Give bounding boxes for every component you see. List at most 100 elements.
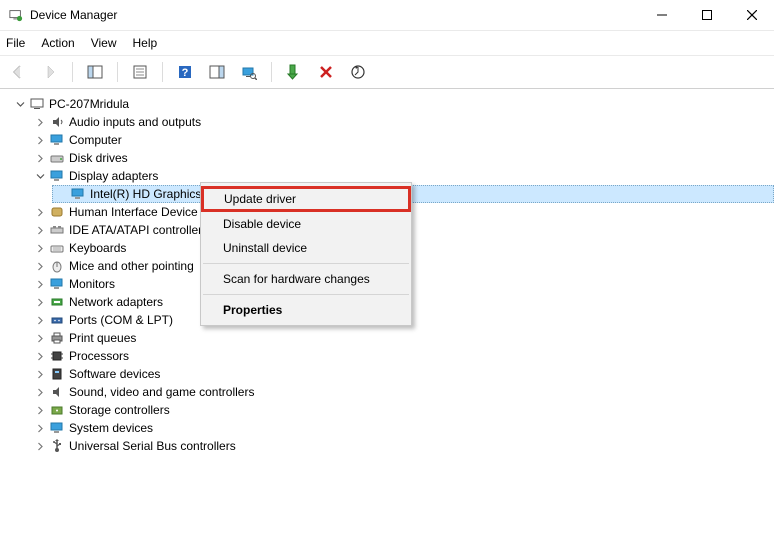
chevron-right-icon[interactable] — [34, 314, 46, 326]
chevron-right-icon[interactable] — [34, 224, 46, 236]
tree-item-label: Display adapters — [69, 169, 158, 183]
tree-item-print-queues[interactable]: Print queues — [32, 329, 774, 347]
usb-icon — [49, 438, 65, 454]
menu-separator — [203, 263, 409, 264]
tree-item-label: Intel(R) HD Graphics — [90, 187, 201, 201]
mouse-icon — [49, 258, 65, 274]
chevron-right-icon[interactable] — [34, 116, 46, 128]
app-icon — [8, 7, 24, 23]
hid-icon — [49, 204, 65, 220]
chevron-right-icon[interactable] — [34, 422, 46, 434]
uninstall-device-button[interactable] — [314, 60, 338, 84]
tree-item-disk[interactable]: Disk drives — [32, 149, 774, 167]
tree-item-label: Keyboards — [69, 241, 126, 255]
tree-item-label: Computer — [69, 133, 122, 147]
tree-item-audio[interactable]: Audio inputs and outputs — [32, 113, 774, 131]
software-icon — [49, 366, 65, 382]
context-item-disable-device[interactable]: Disable device — [201, 212, 411, 236]
tree-item-label: Ports (COM & LPT) — [69, 313, 173, 327]
tree-item-software-devices[interactable]: Software devices — [32, 365, 774, 383]
printer-icon — [49, 330, 65, 346]
minimize-button[interactable] — [639, 1, 684, 29]
tree-item-label: Sound, video and game controllers — [69, 385, 254, 399]
menu-file[interactable]: File — [6, 36, 25, 50]
tree-item-intel-hd-graphics[interactable]: Intel(R) HD Graphics — [52, 185, 774, 203]
tree-item-sound[interactable]: Sound, video and game controllers — [32, 383, 774, 401]
update-driver-button[interactable] — [346, 60, 370, 84]
chevron-right-icon[interactable] — [34, 404, 46, 416]
chevron-right-icon[interactable] — [34, 332, 46, 344]
chevron-right-icon[interactable] — [34, 368, 46, 380]
help-button[interactable]: ? — [173, 60, 197, 84]
chevron-right-icon[interactable] — [34, 350, 46, 362]
show-hide-tree-button[interactable] — [83, 60, 107, 84]
chevron-down-icon[interactable] — [14, 98, 26, 110]
tree-item-label: Network adapters — [69, 295, 163, 309]
computer-icon — [49, 132, 65, 148]
display-icon — [49, 168, 65, 184]
tree-item-label: Universal Serial Bus controllers — [69, 439, 236, 453]
keyboard-icon — [49, 240, 65, 256]
monitor-icon — [49, 276, 65, 292]
system-icon — [49, 420, 65, 436]
tree-item-label: Human Interface Device — [69, 205, 198, 219]
tree-item-label: Software devices — [69, 367, 160, 381]
close-button[interactable] — [729, 1, 774, 29]
tree-item-computer[interactable]: Computer — [32, 131, 774, 149]
titlebar: Device Manager — [0, 0, 774, 31]
scan-hardware-button[interactable] — [237, 60, 261, 84]
menu-action[interactable]: Action — [41, 36, 74, 50]
tree-item-storage-controllers[interactable]: Storage controllers — [32, 401, 774, 419]
tree-item-label: Monitors — [69, 277, 115, 291]
window-title: Device Manager — [30, 8, 117, 22]
maximize-button[interactable] — [684, 1, 729, 29]
menu-bar: File Action View Help — [0, 31, 774, 56]
enable-device-button[interactable] — [282, 60, 306, 84]
tree-item-usb[interactable]: Universal Serial Bus controllers — [32, 437, 774, 455]
toolbar: ? — [0, 56, 774, 89]
chevron-right-icon[interactable] — [34, 260, 46, 272]
chevron-right-icon[interactable] — [34, 296, 46, 308]
audio-icon — [49, 114, 65, 130]
back-button[interactable] — [6, 60, 30, 84]
properties-button[interactable] — [128, 60, 152, 84]
context-item-properties[interactable]: Properties — [201, 298, 411, 322]
context-item-scan-hardware[interactable]: Scan for hardware changes — [201, 267, 411, 291]
device-tree-panel[interactable]: PC-207Mridula Audio inputs and outputs C… — [0, 89, 774, 549]
context-menu: Update driver Disable device Uninstall d… — [200, 182, 412, 326]
tree-item-processors[interactable]: Processors — [32, 347, 774, 365]
chevron-right-icon[interactable] — [34, 440, 46, 452]
sound-icon — [49, 384, 65, 400]
tree-item-label: Storage controllers — [69, 403, 170, 417]
chevron-right-icon[interactable] — [34, 152, 46, 164]
controller-icon — [49, 222, 65, 238]
network-icon — [49, 294, 65, 310]
display-icon — [70, 186, 86, 202]
chevron-right-icon[interactable] — [34, 206, 46, 218]
menu-help[interactable]: Help — [133, 36, 158, 50]
tree-root-label: PC-207Mridula — [49, 97, 129, 111]
menu-separator — [203, 294, 409, 295]
chevron-down-icon[interactable] — [34, 170, 46, 182]
menu-view[interactable]: View — [91, 36, 117, 50]
action-pane-button[interactable] — [205, 60, 229, 84]
context-item-uninstall-device[interactable]: Uninstall device — [201, 236, 411, 260]
disk-icon — [49, 150, 65, 166]
forward-button[interactable] — [38, 60, 62, 84]
tree-item-label: Print queues — [69, 331, 136, 345]
computer-icon — [29, 96, 45, 112]
context-item-update-driver[interactable]: Update driver — [201, 186, 411, 212]
tree-item-label: Audio inputs and outputs — [69, 115, 201, 129]
tree-item-system-devices[interactable]: System devices — [32, 419, 774, 437]
tree-item-label: Mice and other pointing — [69, 259, 194, 273]
tree-item-label: System devices — [69, 421, 153, 435]
tree-item-label: Disk drives — [69, 151, 128, 165]
tree-item-label: Processors — [69, 349, 129, 363]
tree-root[interactable]: PC-207Mridula — [12, 95, 774, 113]
processor-icon — [49, 348, 65, 364]
chevron-right-icon[interactable] — [34, 242, 46, 254]
storage-icon — [49, 402, 65, 418]
chevron-right-icon[interactable] — [34, 278, 46, 290]
chevron-right-icon[interactable] — [34, 386, 46, 398]
chevron-right-icon[interactable] — [34, 134, 46, 146]
